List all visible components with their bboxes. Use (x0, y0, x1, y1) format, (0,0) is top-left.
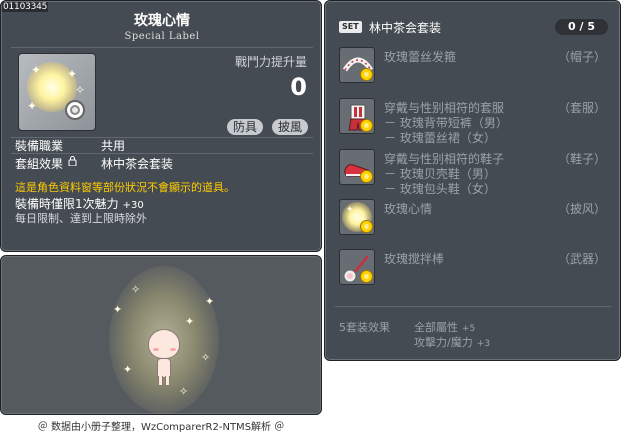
set-part-sub: － 玫瑰蕾丝裙（女） (384, 131, 496, 145)
set-part-name: 玫瑰心情 (384, 202, 433, 216)
tag-armor: 防具 (227, 119, 264, 135)
power-label: 戰鬥力提升量 (234, 55, 307, 69)
set-part-name: 玫瑰搅拌棒 (384, 252, 445, 266)
set-effect-value: 林中茶会套装 (101, 157, 174, 171)
set-effect-text: 全部屬性 (414, 321, 458, 334)
coin-badge-icon (65, 100, 85, 120)
set-title: 林中茶会套装 (369, 21, 442, 35)
divider (11, 153, 313, 154)
sparkle-icon: ✧ (49, 87, 60, 101)
item-name: 玫瑰心情 (134, 13, 190, 29)
overall-icon (339, 98, 375, 134)
cape-icon: ✦ ✧ (339, 199, 375, 235)
character-body (157, 358, 171, 378)
item-tooltip-panel: 01103345 玫瑰心情 Special Label ✦ ✦ ✧ ✦ ✧ 戰鬥… (0, 0, 322, 252)
job-value: 共用 (101, 139, 126, 153)
shoes-icon (339, 149, 375, 185)
sparkle-icon: ✧ (201, 351, 211, 364)
set-part-name: 玫瑰蕾丝发箍 (384, 50, 457, 64)
set-effect-label: 套組效果 (15, 157, 64, 171)
set-effect-line: 全部屬性 +5 (414, 319, 475, 335)
tag-cape: 披風 (272, 119, 309, 135)
sparkle-icon: ✧ (131, 283, 141, 296)
character-leg (158, 376, 163, 386)
sparkle-icon: ✦ (113, 303, 123, 316)
hat-icon (339, 47, 375, 83)
sparkle-icon: ✦ (27, 99, 38, 113)
sparkle-icon: ✦ (185, 315, 195, 328)
character-leg (165, 376, 170, 386)
set-part-type: （帽子） (557, 50, 606, 64)
limit-text: 每日限制、達到上限時除外 (15, 212, 147, 225)
blush (170, 348, 176, 351)
set-count: 0 / 5 (555, 19, 608, 35)
character-head (148, 329, 180, 359)
set-part-type: （披风） (557, 202, 606, 216)
sparkle-icon: ✦ (205, 295, 215, 308)
item-label: Special Label (124, 31, 200, 42)
sparkle-icon: ✧ (75, 83, 86, 97)
sparkle-icon: ✧ (179, 385, 189, 398)
divider (335, 306, 611, 307)
character-preview-panel: ✦ ✧ ✦ ✧ ✦ ✧ ✦ (0, 255, 322, 415)
set-badge: SET (339, 21, 362, 33)
sparkle-icon: ✦ (31, 63, 42, 77)
set-effect-count-label: 5套装效果 (339, 321, 390, 334)
sparkle-icon: ✦ (346, 205, 354, 215)
set-effect-value: +5 (462, 324, 476, 334)
footer-credit: ＠ 数据由小册子整理，WzComparerR2-NTMS解析 ＠ (37, 422, 285, 433)
set-effect-line: 攻擊力/魔力 +3 (414, 334, 490, 350)
set-part-type: （武器） (557, 252, 606, 266)
item-icon: ✦ ✦ ✧ ✦ ✧ (18, 53, 96, 131)
divider (11, 47, 313, 48)
lock-icon (68, 156, 77, 166)
weapon-icon (339, 249, 375, 285)
set-part-sub: － 玫瑰包头鞋（女） (384, 182, 496, 196)
set-part-type: （鞋子） (557, 152, 606, 166)
notice-text: 這是角色資料窗等部份狀況不會顯示的道具。 (15, 181, 235, 194)
sparkle-icon: ✦ (67, 67, 78, 81)
set-info-panel: SET 林中茶会套装 0 / 5 玫瑰蕾丝发箍 （帽子） 穿戴与性别相符的套服 … (324, 0, 621, 361)
blush (153, 348, 159, 351)
sparkle-icon: ✦ (123, 363, 133, 376)
power-value: 0 (290, 73, 307, 101)
set-part-type: （套服） (557, 101, 606, 115)
set-effect-text: 攻擊力/魔力 (414, 336, 473, 349)
set-effect-value: +3 (476, 339, 490, 349)
charm-bonus-text: 裝備時僅限1次魅力 (15, 197, 119, 211)
job-label: 裝備職業 (15, 139, 64, 153)
